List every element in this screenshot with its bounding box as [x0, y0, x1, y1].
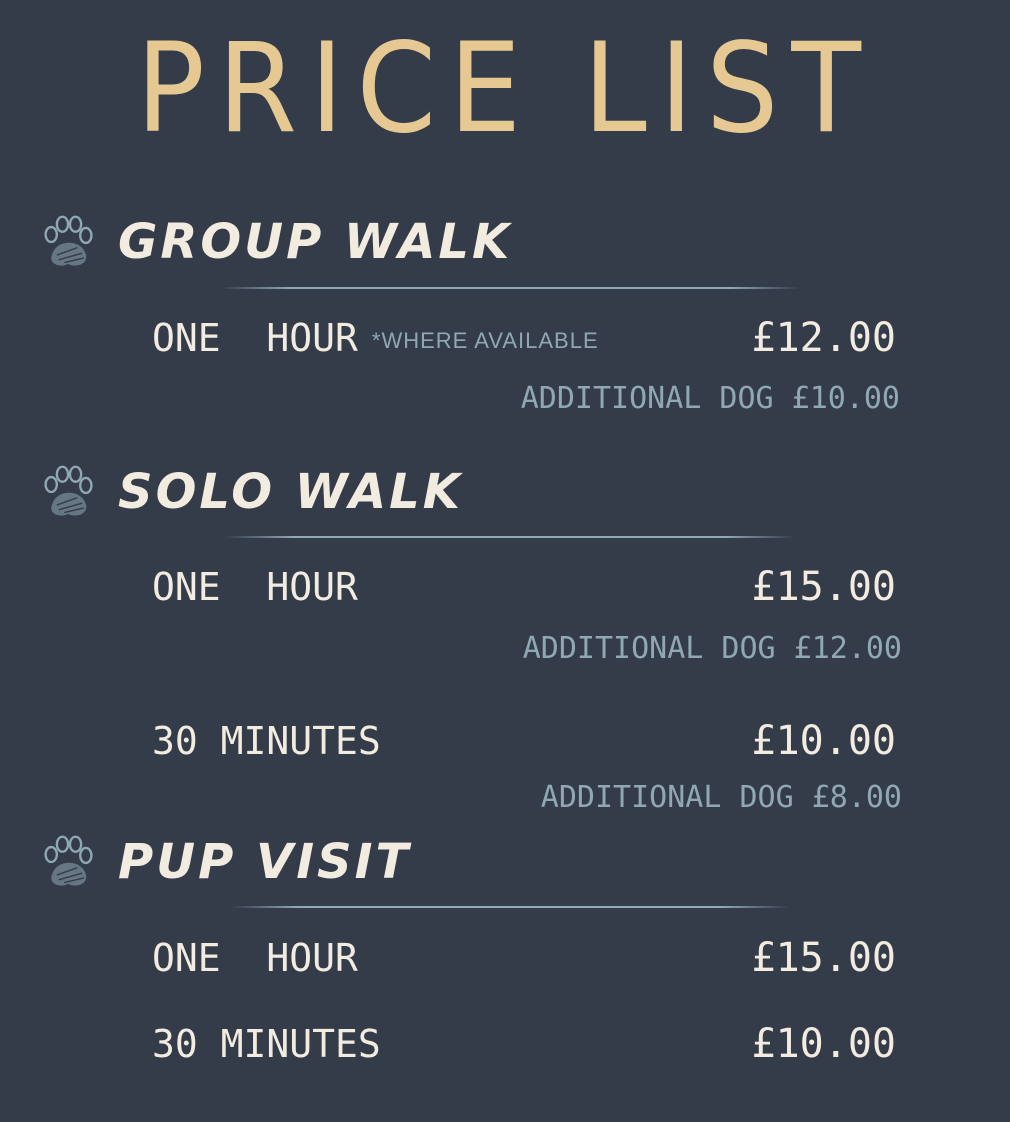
additional-dog-price: ADDITIONAL DOG £10.00 [520, 381, 900, 416]
additional-dog-price: ADDITIONAL DOG £8.00 [540, 780, 902, 815]
item-label-text: ONE HOUR [152, 316, 358, 360]
availability-note: *WHERE AVAILABLE [371, 327, 599, 353]
item-price: £15.00 [751, 935, 897, 981]
paw-icon [44, 835, 93, 886]
paw-icon [44, 465, 93, 516]
section-divider [230, 906, 790, 908]
item-price: £10.00 [751, 718, 897, 764]
paw-icon [44, 215, 93, 266]
section-divider [225, 536, 795, 538]
section-solo-walk: SOLO WALK [40, 460, 463, 524]
section-divider [220, 287, 800, 289]
item-label: ONE HOUR [152, 936, 358, 980]
section-pup-visit: PUP VISIT [40, 830, 411, 894]
item-price: £15.00 [751, 564, 897, 610]
item-label: ONE HOUR [152, 565, 358, 609]
item-label: 30 MINUTES [152, 719, 381, 763]
additional-dog-price: ADDITIONAL DOG £12.00 [522, 631, 902, 666]
item-label: 30 MINUTES [152, 1022, 381, 1066]
item-label: ONE HOUR *WHERE AVAILABLE [152, 314, 599, 365]
item-price: £10.00 [751, 1021, 897, 1067]
section-title: SOLO WALK [118, 464, 463, 520]
section-title: PUP VISIT [118, 834, 412, 890]
page-title: PRICE LIST [136, 17, 874, 161]
item-price: £12.00 [751, 315, 897, 361]
section-group-walk: GROUP WALK [40, 210, 512, 274]
section-title: GROUP WALK [118, 214, 513, 270]
